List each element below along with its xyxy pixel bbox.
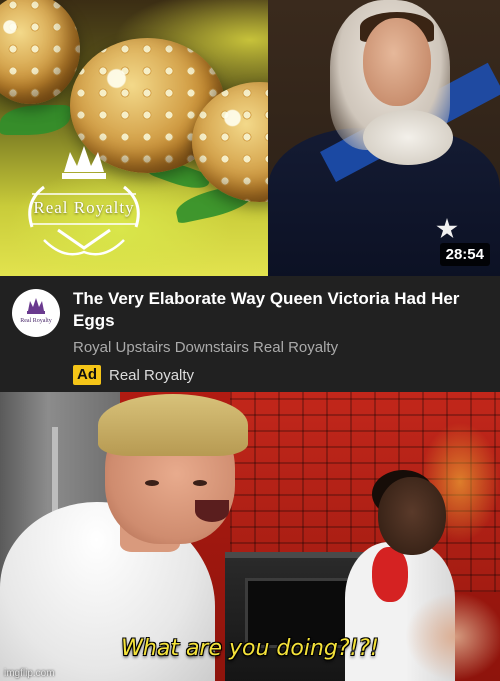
- ad-row: Ad Real Royalty: [73, 364, 194, 386]
- portrait-lace-collar: [363, 110, 453, 165]
- ad-advertiser[interactable]: Real Royalty: [109, 367, 194, 384]
- chef-hair: [98, 394, 248, 456]
- video-title[interactable]: The Very Elaborate Way Queen Victoria Ha…: [73, 288, 483, 332]
- avatar-label: Real Royalty: [20, 318, 52, 324]
- herb-garnish: [0, 105, 70, 135]
- chef-eye: [193, 480, 207, 486]
- video-info-bar[interactable]: Real Royalty The Very Elaborate Way Quee…: [0, 276, 500, 392]
- ad-badge: Ad: [73, 365, 101, 385]
- cook-red-sleeve: [372, 547, 408, 602]
- egg-ball: [0, 0, 80, 104]
- chef-eye: [145, 480, 159, 486]
- imgflip-watermark: imgflip.com: [4, 668, 55, 679]
- real-royalty-logo: Real Royalty: [14, 142, 154, 267]
- channel-avatar[interactable]: Real Royalty: [12, 289, 60, 337]
- meme-caption: What are you doing?!?!: [121, 636, 379, 661]
- crown-icon: [27, 298, 45, 314]
- portrait-face: [363, 18, 431, 106]
- chef-mouth: [195, 500, 229, 522]
- queen-victoria-portrait: [268, 0, 500, 276]
- meme-image: What are you doing?!?! imgflip.com: [0, 392, 500, 681]
- video-duration-badge: 28:54: [439, 243, 490, 266]
- channel-name[interactable]: Royal Upstairs Downstairs Real Royalty: [73, 339, 338, 356]
- cook-head: [378, 477, 446, 555]
- video-thumbnail[interactable]: Real Royalty 28:54: [0, 0, 500, 276]
- logo-wordmark: Real Royalty: [33, 198, 135, 217]
